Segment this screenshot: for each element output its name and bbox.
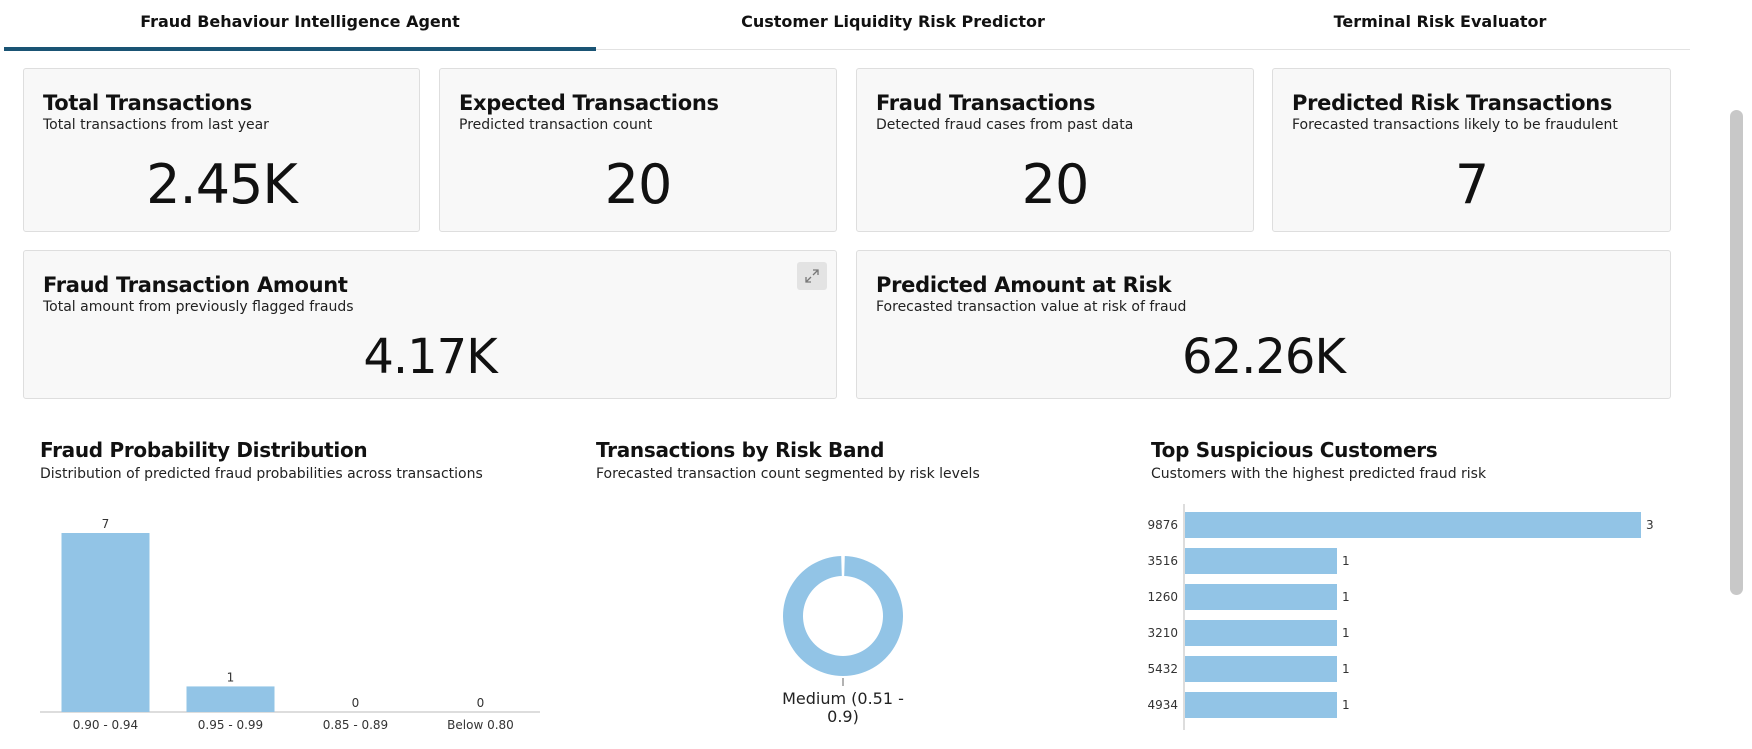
x-tick-label: Below 0.80 [447,718,514,732]
y-tick-label: 3210 [1147,626,1178,640]
bar-value-label: 0 [477,696,485,710]
risk-band-donut-chart: Medium (0.51 -0.9) [782,556,904,726]
bar [1185,620,1337,646]
expand-button[interactable] [797,262,827,290]
bar [1185,656,1337,682]
bar-value-label: 1 [227,670,235,684]
kpi-card-total-transactions: Total Transactions Total transactions fr… [23,68,420,232]
bar [1185,692,1337,718]
kpi-card-predicted-risk-transactions: Predicted Risk Transactions Forecasted t… [1272,68,1671,232]
tab-label: Customer Liquidity Risk Predictor [741,11,1045,31]
bar [186,686,275,712]
card-title: Predicted Amount at Risk [876,273,1172,297]
slice-label-line1: Medium (0.51 - [782,689,904,708]
bar [1185,548,1337,574]
bar [1185,584,1337,610]
tab-terminal-risk[interactable]: Terminal Risk Evaluator [1190,0,1690,50]
bar-value-label: 1 [1342,626,1350,640]
card-title: Fraud Transaction Amount [43,273,348,297]
card-title: Total Transactions [43,91,253,115]
bar [1185,512,1641,538]
y-tick-label: 3516 [1147,554,1178,568]
slice-label-line2: 0.9) [827,707,859,726]
card-subtitle: Predicted transaction count [459,117,653,133]
y-tick-label: 1260 [1147,590,1178,604]
y-tick-label: 9876 [1147,518,1178,532]
top-customers-chart-subtitle: Customers with the highest predicted fra… [1151,466,1487,482]
y-tick-label: 5432 [1147,662,1178,676]
bar-value-label: 3 [1646,518,1654,532]
top-customers-bar-chart: 9876 3 3516 1 1260 1 3210 1 5432 1 4934 1 [1147,504,1654,730]
card-subtitle: Forecasted transactions likely to be fra… [1292,117,1618,133]
scrollbar-thumb[interactable] [1730,110,1743,595]
kpi-card-expected-transactions: Expected Transactions Predicted transact… [439,68,837,232]
bar-value-label: 1 [1342,698,1350,712]
card-subtitle: Forecasted transaction value at risk of … [876,299,1187,315]
card-subtitle: Total transactions from last year [43,117,269,133]
vertical-scrollbar[interactable] [1722,0,1752,749]
card-title: Fraud Transactions [876,91,1096,115]
tab-fraud-behaviour[interactable]: Fraud Behaviour Intelligence Agent [4,0,596,51]
bar-value-label: 1 [1342,590,1350,604]
kpi-card-fraud-transaction-amount: Fraud Transaction Amount Total amount fr… [23,250,837,399]
donut-slice-medium [783,556,903,676]
card-title: Expected Transactions [459,91,719,115]
tab-label: Terminal Risk Evaluator [1333,11,1547,31]
card-value: 62.26K [1182,329,1346,385]
fraud-probability-chart-subtitle: Distribution of predicted fraud probabil… [40,466,483,482]
bar-value-label: 7 [102,517,110,531]
top-customers-chart-title: Top Suspicious Customers [1151,438,1438,462]
fraud-probability-bar-chart: 7 0.90 - 0.94 1 0.95 - 0.99 0 0.85 - 0.89 0 Bel… [40,517,540,732]
card-value: 2.45K [146,153,298,216]
risk-band-chart-subtitle: Forecasted transaction count segmented b… [596,466,980,482]
x-tick-label: 0.85 - 0.89 [323,718,388,732]
card-value: 4.17K [363,329,497,385]
expand-icon [805,269,819,283]
tab-customer-liquidity[interactable]: Customer Liquidity Risk Predictor [596,0,1190,50]
card-value: 7 [1454,153,1489,216]
bar-value-label: 0 [352,696,360,710]
card-subtitle: Total amount from previously flagged fra… [43,299,354,315]
bar [61,533,150,712]
card-value: 20 [604,153,673,216]
x-tick-label: 0.95 - 0.99 [198,718,263,732]
card-subtitle: Detected fraud cases from past data [876,117,1134,133]
tab-bar: Fraud Behaviour Intelligence Agent Custo… [4,0,1690,51]
card-value: 20 [1021,153,1090,216]
risk-band-chart-title: Transactions by Risk Band [596,438,885,462]
bar-value-label: 1 [1342,554,1350,568]
kpi-card-fraud-transactions: Fraud Transactions Detected fraud cases … [856,68,1254,232]
tab-label: Fraud Behaviour Intelligence Agent [140,11,460,31]
card-title: Predicted Risk Transactions [1292,91,1613,115]
bar-value-label: 1 [1342,662,1350,676]
x-tick-label: 0.90 - 0.94 [73,718,138,732]
fraud-probability-chart-title: Fraud Probability Distribution [40,438,368,462]
kpi-card-predicted-amount-at-risk: Predicted Amount at Risk Forecasted tran… [856,250,1671,399]
y-tick-label: 4934 [1147,698,1178,712]
